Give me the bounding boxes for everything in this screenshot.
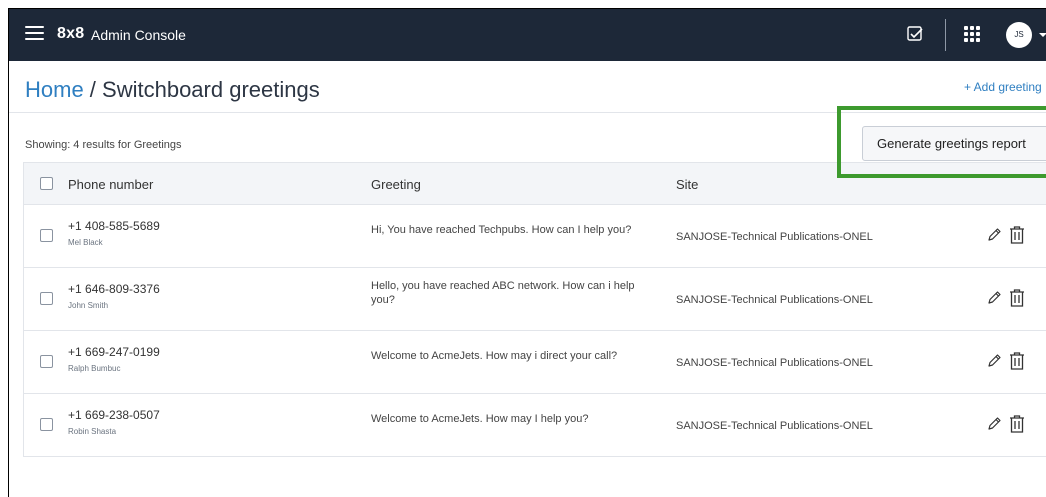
phone-number: +1 669-247-0199 xyxy=(68,345,160,359)
pencil-icon[interactable] xyxy=(986,353,1002,369)
pencil-icon[interactable] xyxy=(986,290,1002,306)
results-count: Showing: 4 results for Greetings xyxy=(25,139,182,151)
site-name: SANJOSE-Technical Publications-ONEL xyxy=(676,294,873,306)
trash-icon[interactable] xyxy=(1008,351,1026,371)
select-all-checkbox[interactable] xyxy=(40,177,53,190)
column-header-greeting[interactable]: Greeting xyxy=(371,177,421,192)
phone-number: +1 408-585-5689 xyxy=(68,219,160,233)
column-header-site[interactable]: Site xyxy=(676,177,698,192)
pencil-icon[interactable] xyxy=(986,416,1002,432)
breadcrumb-separator: / xyxy=(83,77,103,102)
top-navigation-bar: 8x8 Admin Console JS xyxy=(9,9,1046,61)
toolbar-divider xyxy=(945,19,946,51)
greeting-text: Hello, you have reached ABC network. How… xyxy=(371,280,635,306)
greetings-table: Phone number Greeting Site +1 408-585-56… xyxy=(23,162,1046,457)
pencil-icon[interactable] xyxy=(986,227,1002,243)
trash-icon[interactable] xyxy=(1008,288,1026,308)
table-row: +1 669-247-0199 Ralph Bumbuc Welcome to … xyxy=(23,331,1046,394)
trash-icon[interactable] xyxy=(1008,225,1026,245)
greeting-text: Welcome to AcmeJets. How may i direct yo… xyxy=(371,350,618,362)
breadcrumb: Home / Switchboard greetings xyxy=(25,77,320,103)
row-checkbox[interactable] xyxy=(40,292,53,305)
user-name: Ralph Bumbuc xyxy=(68,364,121,373)
app-window: 8x8 Admin Console JS Home / Switchboard … xyxy=(8,8,1046,497)
site-name: SANJOSE-Technical Publications-ONEL xyxy=(676,357,873,369)
product-name: Admin Console xyxy=(91,27,186,43)
table-header: Phone number Greeting Site xyxy=(23,162,1046,205)
site-name: SANJOSE-Technical Publications-ONEL xyxy=(676,420,873,432)
table-row: +1 669-238-0507 Robin Shasta Welcome to … xyxy=(23,394,1046,457)
trash-icon[interactable] xyxy=(1008,414,1026,434)
row-checkbox[interactable] xyxy=(40,355,53,368)
checkbox-tasks-icon[interactable] xyxy=(906,25,924,43)
table-row: +1 408-585-5689 Mel Black Hi, You have r… xyxy=(23,205,1046,268)
row-checkbox[interactable] xyxy=(40,418,53,431)
table-row: +1 646-809-3376 John Smith Hello, you ha… xyxy=(23,268,1046,331)
column-header-phone[interactable]: Phone number xyxy=(68,177,153,192)
app-grid-icon[interactable] xyxy=(964,26,980,42)
user-name: Mel Black xyxy=(68,238,103,247)
user-name: John Smith xyxy=(68,301,109,310)
phone-number: +1 646-809-3376 xyxy=(68,282,160,296)
row-checkbox[interactable] xyxy=(40,229,53,242)
add-greeting-link[interactable]: + Add greeting xyxy=(964,80,1042,94)
user-avatar[interactable]: JS xyxy=(1006,22,1032,48)
breadcrumb-home-link[interactable]: Home xyxy=(25,77,84,102)
greeting-text: Hi, You have reached Techpubs. How can I… xyxy=(371,224,632,236)
generate-report-button[interactable]: Generate greetings report xyxy=(862,126,1046,161)
site-name: SANJOSE-Technical Publications-ONEL xyxy=(676,231,873,243)
chevron-down-icon[interactable] xyxy=(1039,33,1046,37)
hamburger-menu-icon[interactable] xyxy=(25,26,44,41)
brand-logo: 8x8 xyxy=(57,25,85,42)
page-title: Switchboard greetings xyxy=(102,77,320,102)
phone-number: +1 669-238-0507 xyxy=(68,408,160,422)
user-name: Robin Shasta xyxy=(68,427,117,436)
greeting-text: Welcome to AcmeJets. How may I help you? xyxy=(371,413,589,425)
header-divider xyxy=(9,112,1046,113)
